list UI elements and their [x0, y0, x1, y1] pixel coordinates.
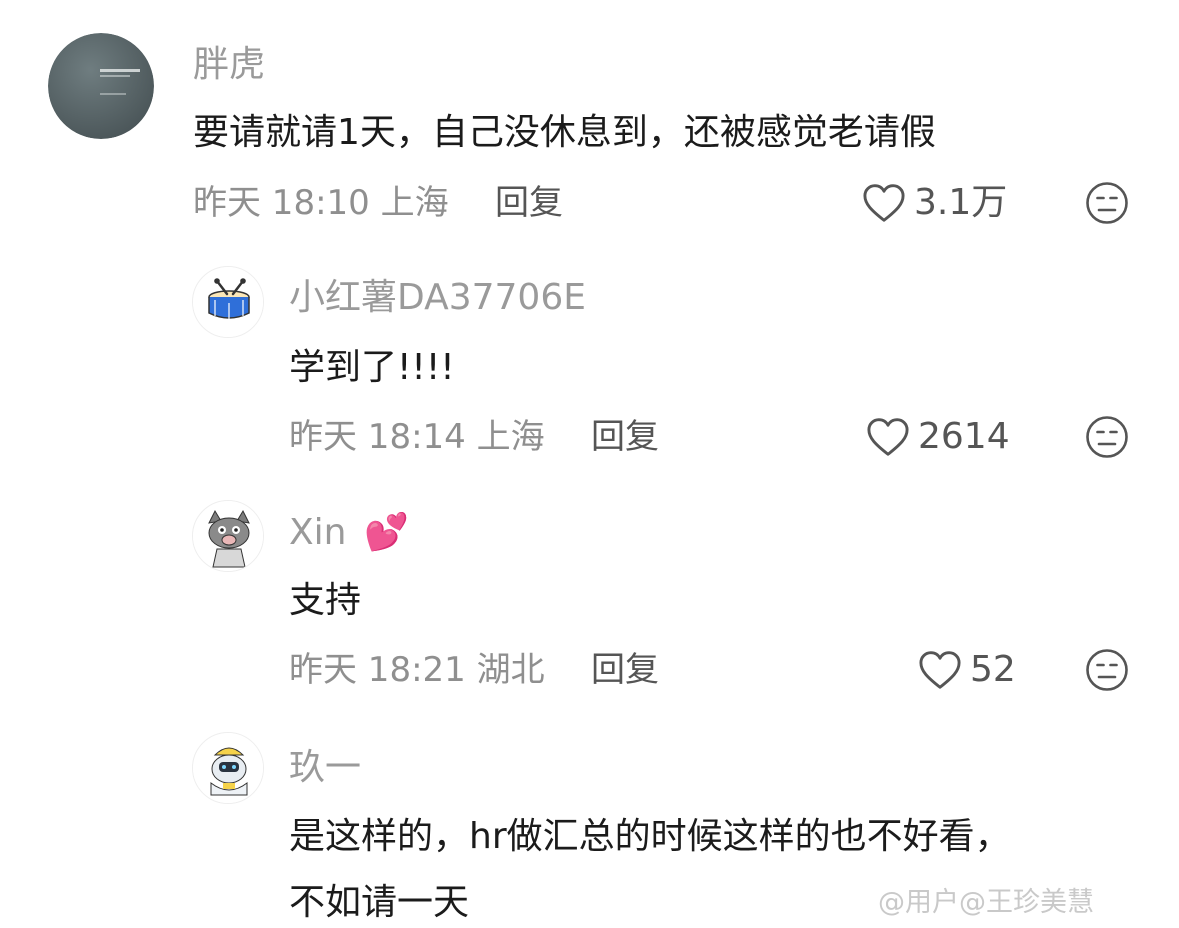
avatar[interactable] [192, 266, 264, 338]
avatar[interactable] [192, 732, 264, 804]
comment-meta: 昨天 18:14 上海 [289, 417, 545, 457]
watermark: @用户@王珍美慧 [878, 887, 1094, 918]
heart-outline-icon [919, 651, 961, 689]
comment-meta: 昨天 18:10 上海 [193, 183, 449, 223]
heart-outline-icon [867, 418, 909, 456]
comment-username[interactable]: Xin 💕 [289, 515, 409, 551]
comment-text: 学到了!!!! [289, 347, 455, 388]
comment-item: 小红薯DA37706E 学到了!!!! 昨天 18:14 上海 回复 2614 [0, 240, 1179, 480]
comment-item: Xin 💕 支持 昨天 18:21 湖北 回复 52 [0, 480, 1179, 720]
comment-item: 胖虎 要请就请1天，自己没休息到，还被感觉老请假 昨天 18:10 上海 回复 … [0, 0, 1179, 240]
like-button[interactable]: 2614 [866, 417, 1010, 457]
like-count: 3.1万 [914, 182, 1008, 223]
avatar[interactable] [48, 33, 154, 139]
heart-emoji: 💕 [363, 512, 409, 553]
comment-text-line: 是这样的，hr做汇总的时候这样的也不好看， [289, 816, 1011, 857]
comment-text: 支持 [289, 580, 362, 621]
avatar[interactable] [192, 500, 264, 572]
meh-face-icon[interactable] [1085, 415, 1129, 459]
like-count: 2614 [918, 416, 1010, 457]
comment-meta: 昨天 18:21 湖北 [289, 650, 545, 690]
comment-text: 要请就请1天，自己没休息到，还被感觉老请假 [193, 112, 936, 153]
reply-button[interactable]: 回复 [591, 653, 659, 687]
comment-username[interactable]: 玖一 [289, 750, 361, 786]
heart-outline-icon [863, 184, 905, 222]
reply-button[interactable]: 回复 [591, 420, 659, 454]
comment-username[interactable]: 胖虎 [193, 47, 265, 83]
comment-username[interactable]: 小红薯DA37706E [289, 280, 586, 316]
username-text: Xin [289, 512, 347, 553]
like-count: 52 [970, 649, 1016, 690]
like-button[interactable]: 52 [918, 650, 1016, 690]
reply-button[interactable]: 回复 [495, 186, 563, 220]
like-button[interactable]: 3.1万 [862, 183, 1007, 223]
comment-text-line: 不如请一天 [289, 882, 470, 923]
meh-face-icon[interactable] [1085, 648, 1129, 692]
meh-face-icon[interactable] [1085, 181, 1129, 225]
